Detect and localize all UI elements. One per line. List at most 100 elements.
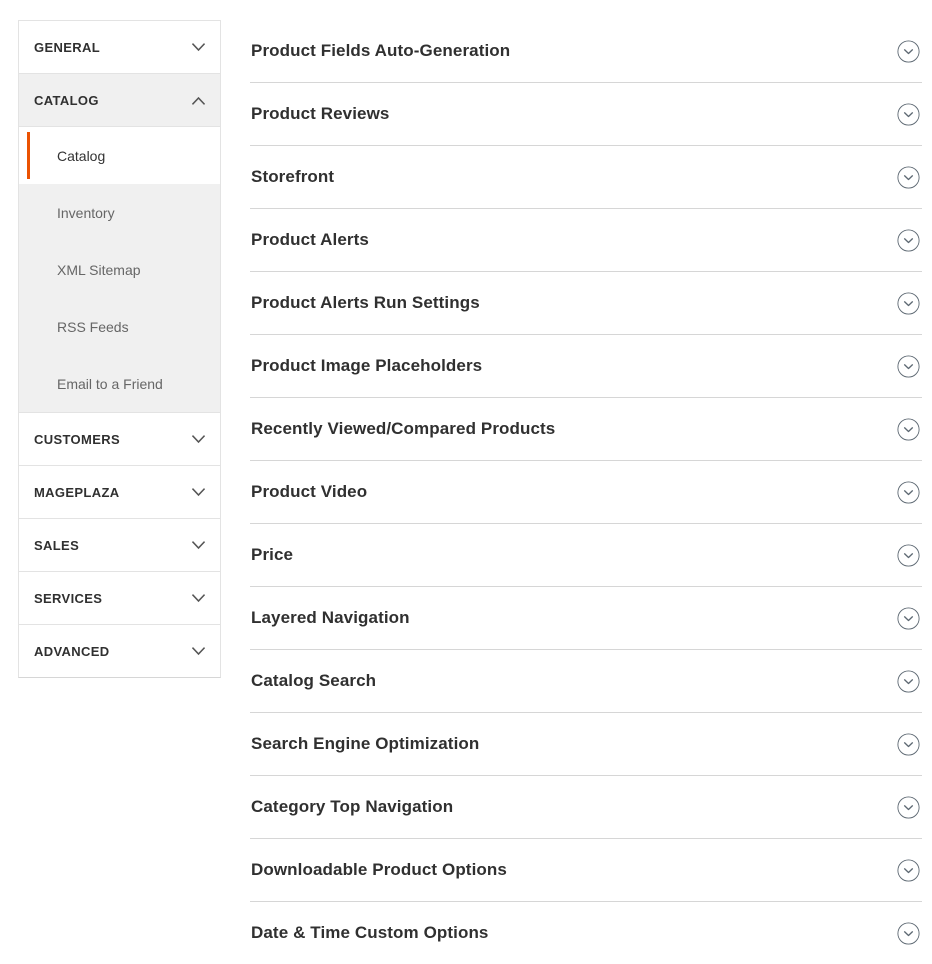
circle-chevron-down-icon[interactable]	[896, 921, 920, 945]
nav-section-label: MAGEPLAZA	[34, 486, 190, 499]
config-section-title: Product Reviews	[251, 104, 896, 124]
config-section-title: Product Alerts Run Settings	[251, 293, 896, 313]
config-section-product-reviews: Product Reviews	[250, 83, 922, 146]
nav-section-general: GENERAL	[19, 21, 220, 74]
config-sections-list: Product Fields Auto-Generation Product Re…	[250, 20, 922, 964]
config-section-title: Category Top Navigation	[251, 797, 896, 817]
nav-section-header-catalog[interactable]: CATALOG	[19, 74, 220, 126]
sidebar-item-inventory[interactable]: Inventory	[19, 184, 220, 241]
sidebar-item-email-to-a-friend[interactable]: Email to a Friend	[19, 355, 220, 412]
config-section-header-catalog-search[interactable]: Catalog Search	[250, 650, 922, 712]
sidebar-item-xml-sitemap[interactable]: XML Sitemap	[19, 241, 220, 298]
circle-chevron-down-icon[interactable]	[896, 606, 920, 630]
sidebar-item-label: RSS Feeds	[57, 319, 129, 335]
nav-section-header-general[interactable]: GENERAL	[19, 21, 220, 73]
config-section-category-top-navigation: Category Top Navigation	[250, 776, 922, 839]
config-section-product-alerts: Product Alerts	[250, 209, 922, 272]
config-section-product-fields-auto-generation: Product Fields Auto-Generation	[250, 20, 922, 83]
config-section-catalog-search: Catalog Search	[250, 650, 922, 713]
nav-section-header-services[interactable]: SERVICES	[19, 572, 220, 624]
sidebar-item-label: Email to a Friend	[57, 376, 163, 392]
config-section-title: Product Alerts	[251, 230, 896, 250]
nav-section-label: CATALOG	[34, 94, 190, 107]
circle-chevron-down-icon[interactable]	[896, 858, 920, 882]
config-section-title: Downloadable Product Options	[251, 860, 896, 880]
sidebar-item-label: XML Sitemap	[57, 262, 141, 278]
circle-chevron-down-icon[interactable]	[896, 102, 920, 126]
config-section-header-product-image-placeholders[interactable]: Product Image Placeholders	[250, 335, 922, 397]
nav-section-sales: SALES	[19, 519, 220, 572]
sidebar-item-rss-feeds[interactable]: RSS Feeds	[19, 298, 220, 355]
circle-chevron-down-icon[interactable]	[896, 543, 920, 567]
config-section-price: Price	[250, 524, 922, 587]
circle-chevron-down-icon[interactable]	[896, 165, 920, 189]
config-section-downloadable-product-options: Downloadable Product Options	[250, 839, 922, 902]
sidebar-item-catalog[interactable]: Catalog	[19, 127, 220, 184]
chevron-down-icon	[190, 484, 206, 500]
nav-section-mageplaza: MAGEPLAZA	[19, 466, 220, 519]
config-section-product-image-placeholders: Product Image Placeholders	[250, 335, 922, 398]
config-section-title: Search Engine Optimization	[251, 734, 896, 754]
nav-section-catalog: CATALOG Catalog Inventory XML Sitemap RSS Fe…	[19, 74, 220, 413]
circle-chevron-down-icon[interactable]	[896, 354, 920, 378]
config-section-header-layered-navigation[interactable]: Layered Navigation	[250, 587, 922, 649]
circle-chevron-down-icon[interactable]	[896, 417, 920, 441]
circle-chevron-down-icon[interactable]	[896, 291, 920, 315]
config-section-title: Date & Time Custom Options	[251, 923, 896, 943]
config-section-search-engine-optimization: Search Engine Optimization	[250, 713, 922, 776]
circle-chevron-down-icon[interactable]	[896, 669, 920, 693]
nav-section-header-sales[interactable]: SALES	[19, 519, 220, 571]
config-section-title: Product Fields Auto-Generation	[251, 41, 896, 61]
nav-section-customers: CUSTOMERS	[19, 413, 220, 466]
chevron-down-icon	[190, 643, 206, 659]
config-page: GENERAL CATALOG Catalog Inventory XML Sitema…	[0, 0, 932, 950]
chevron-up-icon	[190, 92, 206, 108]
config-section-title: Layered Navigation	[251, 608, 896, 628]
nav-section-label: SALES	[34, 539, 190, 552]
sidebar-item-label: Catalog	[57, 148, 105, 164]
circle-chevron-down-icon[interactable]	[896, 480, 920, 504]
config-section-title: Product Video	[251, 482, 896, 502]
config-section-title: Catalog Search	[251, 671, 896, 691]
config-section-header-recently-viewed-compared-products[interactable]: Recently Viewed/Compared Products	[250, 398, 922, 460]
nav-section-advanced: ADVANCED	[19, 625, 220, 677]
config-section-header-storefront[interactable]: Storefront	[250, 146, 922, 208]
chevron-down-icon	[190, 537, 206, 553]
config-section-title: Price	[251, 545, 896, 565]
nav-section-label: GENERAL	[34, 41, 190, 54]
nav-subitems-catalog: Catalog Inventory XML Sitemap RSS Feeds Emai…	[19, 126, 220, 412]
config-section-title: Recently Viewed/Compared Products	[251, 419, 896, 439]
circle-chevron-down-icon[interactable]	[896, 39, 920, 63]
nav-section-label: ADVANCED	[34, 645, 190, 658]
config-section-header-category-top-navigation[interactable]: Category Top Navigation	[250, 776, 922, 838]
config-section-header-search-engine-optimization[interactable]: Search Engine Optimization	[250, 713, 922, 775]
config-section-header-date-time-custom-options[interactable]: Date & Time Custom Options	[250, 902, 922, 964]
config-section-header-product-alerts-run-settings[interactable]: Product Alerts Run Settings	[250, 272, 922, 334]
config-sidebar-nav: GENERAL CATALOG Catalog Inventory XML Sitema…	[18, 20, 221, 678]
config-section-storefront: Storefront	[250, 146, 922, 209]
nav-section-header-mageplaza[interactable]: MAGEPLAZA	[19, 466, 220, 518]
circle-chevron-down-icon[interactable]	[896, 795, 920, 819]
config-section-date-time-custom-options: Date & Time Custom Options	[250, 902, 922, 964]
nav-section-header-advanced[interactable]: ADVANCED	[19, 625, 220, 677]
circle-chevron-down-icon[interactable]	[896, 228, 920, 252]
config-section-title: Storefront	[251, 167, 896, 187]
config-section-header-product-reviews[interactable]: Product Reviews	[250, 83, 922, 145]
nav-section-label: CUSTOMERS	[34, 433, 190, 446]
config-section-header-price[interactable]: Price	[250, 524, 922, 586]
config-section-product-video: Product Video	[250, 461, 922, 524]
config-section-header-product-fields-auto-generation[interactable]: Product Fields Auto-Generation	[250, 20, 922, 82]
chevron-down-icon	[190, 590, 206, 606]
config-section-product-alerts-run-settings: Product Alerts Run Settings	[250, 272, 922, 335]
nav-section-header-customers[interactable]: CUSTOMERS	[19, 413, 220, 465]
nav-section-services: SERVICES	[19, 572, 220, 625]
chevron-down-icon	[190, 431, 206, 447]
circle-chevron-down-icon[interactable]	[896, 732, 920, 756]
config-section-recently-viewed-compared-products: Recently Viewed/Compared Products	[250, 398, 922, 461]
config-section-header-downloadable-product-options[interactable]: Downloadable Product Options	[250, 839, 922, 901]
nav-section-label: SERVICES	[34, 592, 190, 605]
config-section-layered-navigation: Layered Navigation	[250, 587, 922, 650]
config-section-header-product-video[interactable]: Product Video	[250, 461, 922, 523]
chevron-down-icon	[190, 39, 206, 55]
config-section-header-product-alerts[interactable]: Product Alerts	[250, 209, 922, 271]
